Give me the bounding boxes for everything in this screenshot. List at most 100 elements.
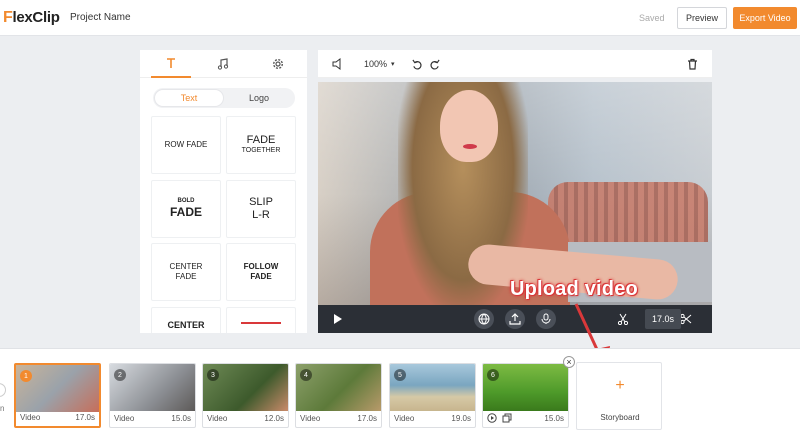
segment-logo[interactable]: Logo xyxy=(224,89,294,107)
clip-duration-label: 15.0s xyxy=(544,413,564,423)
timeline-clip-1[interactable]: 1 Video 17.0s xyxy=(14,363,101,428)
tile-label: CENTER xyxy=(167,320,205,330)
clip-number: 4 xyxy=(300,369,312,381)
clip-type: Video xyxy=(300,413,321,423)
segment-text[interactable]: Text xyxy=(154,89,224,107)
timeline-clip-3[interactable]: 3 Video 12.0s xyxy=(202,363,289,428)
tile-label: FOLLOW xyxy=(243,262,279,272)
clip-type: Video xyxy=(114,413,135,423)
timeline-scroll-left[interactable] xyxy=(0,383,6,397)
tab-settings[interactable] xyxy=(258,50,298,78)
tile-label: FADE xyxy=(246,134,276,147)
clip-actions xyxy=(487,413,512,423)
clip-duration-label: 12.0s xyxy=(264,413,284,423)
tab-music[interactable] xyxy=(203,50,243,78)
timeline-edge-label: n xyxy=(0,404,5,413)
text-preset-slip-lr[interactable]: SLIP L-R xyxy=(226,180,296,238)
clip-duration-label: 15.0s xyxy=(171,413,191,423)
timeline-strip: n 1 Video 17.0s 2 Video 15.0s 3 Video 12.0s… xyxy=(0,348,800,436)
clip-type: Video xyxy=(394,413,415,423)
split-button[interactable] xyxy=(679,305,693,333)
clip-number: 6 xyxy=(487,369,499,381)
text-preset-row-fade[interactable]: ROW FADE xyxy=(151,116,221,174)
zoom-value: 100% xyxy=(364,59,388,69)
panel-tabs xyxy=(140,50,307,78)
chevron-down-icon: ▾ xyxy=(391,61,395,68)
record-voice-button[interactable] xyxy=(536,309,556,329)
clip-info: Video 19.0s xyxy=(390,409,475,427)
plus-icon: + xyxy=(615,377,625,394)
timeline-clip-4[interactable]: 4 Video 17.0s xyxy=(295,363,382,428)
clip-number: 3 xyxy=(207,369,219,381)
clip-info: Video 17.0s xyxy=(296,409,381,427)
delete-clip-icon[interactable]: × xyxy=(563,356,575,368)
duplicate-icon[interactable] xyxy=(502,413,512,423)
tile-sublabel: L-R xyxy=(252,209,270,221)
storyboard-label: Storyboard xyxy=(600,413,640,422)
music-icon xyxy=(217,58,229,70)
clip-number: 2 xyxy=(114,369,126,381)
export-video-button[interactable]: Export Video xyxy=(733,7,797,29)
clip-number: 5 xyxy=(394,369,406,381)
timeline-clip-2[interactable]: 2 Video 15.0s xyxy=(109,363,196,428)
clip-info: Video 17.0s xyxy=(16,408,99,426)
volume-button[interactable] xyxy=(332,50,344,78)
preview-toolbar: 100% ▾ xyxy=(318,50,712,78)
tile-sublabel: TOGETHER xyxy=(241,147,281,155)
text-icon xyxy=(167,58,175,68)
flexclip-logo[interactable]: FlexClip xyxy=(3,9,60,27)
project-name[interactable]: Project Name xyxy=(70,12,131,23)
logo-text: lexClip xyxy=(12,9,60,26)
video-person-face xyxy=(440,90,498,162)
play-button[interactable] xyxy=(330,305,346,333)
delete-button[interactable] xyxy=(687,50,698,78)
tile-sublabel: FADE xyxy=(169,205,202,220)
clip-info: Video 15.0s xyxy=(110,409,195,427)
upload-button[interactable] xyxy=(505,309,525,329)
text-preset-bold-fade[interactable]: BOLD FADE xyxy=(151,180,221,238)
tab-text[interactable] xyxy=(151,50,191,78)
clip-duration-label: 17.0s xyxy=(75,412,95,422)
scissors-icon xyxy=(680,313,692,325)
text-preset-red-line[interactable] xyxy=(226,307,296,333)
tile-sublabel: FADE xyxy=(250,272,272,281)
play-icon xyxy=(334,314,342,324)
text-panel: Text Logo ROW FADE FADE TOGETHER BOLD FA… xyxy=(140,50,307,333)
text-preset-center-fade[interactable]: CENTER FADE xyxy=(151,243,221,301)
timeline-clip-6[interactable]: 6 15.0s xyxy=(482,363,569,428)
text-logo-toggle: Text Logo xyxy=(153,88,295,108)
tile-label: ROW FADE xyxy=(164,140,208,150)
video-person-lips xyxy=(463,144,477,149)
speaker-icon xyxy=(332,58,341,70)
redo-button[interactable] xyxy=(429,50,440,78)
language-button[interactable] xyxy=(474,309,494,329)
microphone-icon xyxy=(541,313,551,324)
preview-button[interactable]: Preview xyxy=(677,7,727,29)
undo-button[interactable] xyxy=(412,50,423,78)
text-preset-follow-fade[interactable]: FOLLOW FADE xyxy=(226,243,296,301)
text-preset-fade-together[interactable]: FADE TOGETHER xyxy=(226,116,296,174)
video-preview[interactable] xyxy=(318,82,712,305)
storyboard-add-button[interactable]: + Storyboard xyxy=(576,362,662,430)
red-line-preview xyxy=(241,322,281,324)
timeline-clip-5[interactable]: 5 Video 19.0s xyxy=(389,363,476,428)
zoom-select[interactable]: 100% ▾ xyxy=(364,50,395,78)
trash-icon xyxy=(688,58,697,70)
tile-label: CENTER xyxy=(169,262,203,272)
tile-label: BOLD xyxy=(177,198,195,205)
play-circle-icon[interactable] xyxy=(487,413,497,423)
clip-type: Video xyxy=(20,412,41,422)
clip-number: 1 xyxy=(20,370,32,382)
tile-sublabel: FADE xyxy=(175,272,197,281)
clip-duration[interactable]: 17.0s xyxy=(645,309,681,329)
saved-status: Saved xyxy=(639,13,665,23)
clip-info: Video 12.0s xyxy=(203,409,288,427)
upload-icon xyxy=(509,313,521,325)
top-header: FlexClip Project Name Saved Preview Expo… xyxy=(0,0,800,36)
globe-icon xyxy=(478,313,490,325)
upload-video-annotation: Upload video xyxy=(510,278,638,300)
tile-label: SLIP xyxy=(249,195,273,208)
clip-type: Video xyxy=(207,413,228,423)
text-preset-center[interactable]: CENTER xyxy=(151,307,221,333)
clip-info: 15.0s xyxy=(483,409,568,427)
